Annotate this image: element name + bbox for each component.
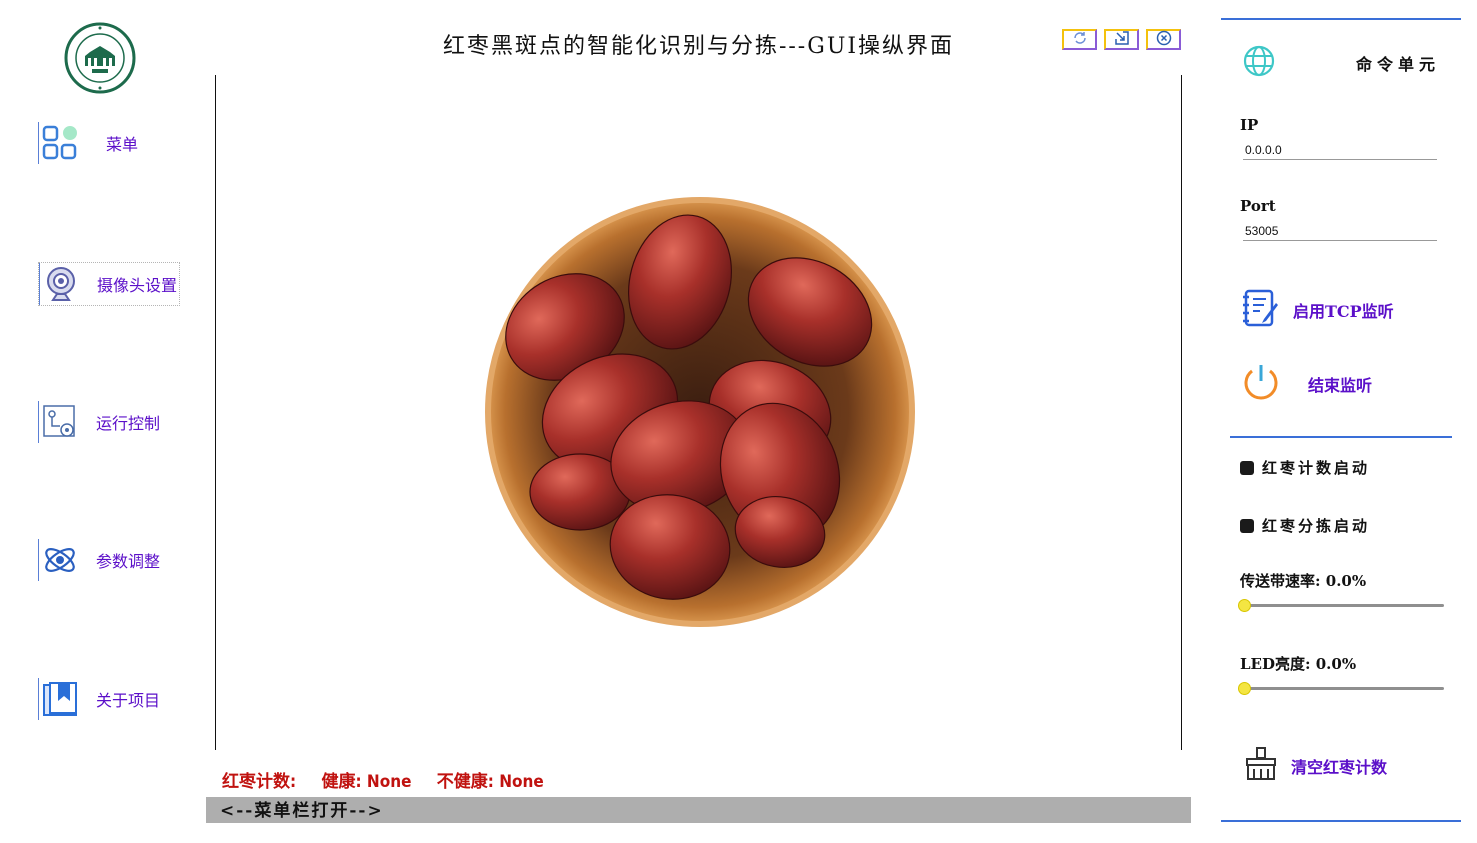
university-seal-logo — [64, 22, 136, 94]
refresh-icon — [1072, 30, 1088, 50]
close-icon — [1156, 30, 1172, 50]
command-unit-title: 命令单元 — [1356, 55, 1441, 74]
clear-count-label: 清空红枣计数 — [1291, 758, 1388, 777]
globe-icon — [1242, 44, 1276, 82]
count-checkbox[interactable] — [1240, 460, 1254, 475]
led-brightness-slider[interactable] — [1238, 681, 1444, 695]
refresh-button[interactable] — [1062, 29, 1097, 50]
bookmark-icon — [38, 678, 80, 720]
jujube-sort-toggle[interactable]: 红枣分拣启动 — [1240, 515, 1370, 536]
grid-menu-icon — [38, 122, 80, 164]
port-label: Port — [1240, 197, 1276, 215]
sidebar-item-menu-label: 菜单 — [106, 135, 139, 154]
slider-track — [1242, 687, 1444, 690]
jujube-count-toggle[interactable]: 红枣计数启动 — [1240, 457, 1370, 478]
port-input[interactable] — [1243, 221, 1437, 241]
sidebar-item-about-project-label: 关于项目 — [96, 691, 161, 710]
start-tcp-listen-label: 启用TCP监听 — [1293, 302, 1394, 321]
sidebar-item-run-control[interactable]: 运行控制 — [38, 401, 160, 443]
ip-input[interactable] — [1243, 140, 1437, 160]
atom-icon — [38, 539, 80, 581]
maximize-icon — [1114, 30, 1130, 50]
sidebar-item-run-control-label: 运行控制 — [96, 414, 161, 433]
menu-bar-toggle[interactable]: <--菜单栏打开--> — [206, 797, 1191, 823]
stop-listen-button[interactable]: 结束监听 — [1240, 361, 1372, 407]
panel-bottom-divider — [1221, 820, 1461, 822]
maximize-button[interactable] — [1104, 29, 1139, 50]
close-button[interactable] — [1146, 29, 1181, 50]
slider-thumb[interactable] — [1238, 682, 1251, 695]
start-tcp-listen-button[interactable]: 启用TCP监听 — [1240, 287, 1394, 333]
sidebar-item-camera-settings-label: 摄像头设置 — [97, 276, 178, 295]
webcam-icon — [39, 263, 81, 305]
sort-toggle-label: 红枣分拣启动 — [1262, 517, 1371, 535]
right-divider — [1181, 75, 1182, 750]
broom-icon — [1242, 745, 1280, 787]
conveyor-speed-label: 传送带速率: 0.0% — [1240, 572, 1367, 590]
red-jujube-bowl-photo — [480, 192, 920, 632]
ip-label: IP — [1240, 116, 1259, 134]
sidebar-item-about-project[interactable]: 关于项目 — [38, 678, 160, 720]
conveyor-speed-slider[interactable] — [1238, 598, 1444, 612]
healthy-count: 健康: None — [321, 772, 412, 792]
jujube-count-status: 红枣计数: 健康: None 不健康: None — [222, 767, 564, 792]
sidebar-item-parameter-tuning-label: 参数调整 — [96, 552, 161, 571]
sort-checkbox[interactable] — [1240, 518, 1254, 533]
slider-thumb[interactable] — [1238, 599, 1251, 612]
sidebar-item-menu[interactable]: 菜单 — [38, 122, 138, 164]
led-brightness-label: LED亮度: 0.0% — [1240, 655, 1357, 673]
flow-control-icon — [38, 401, 80, 443]
slider-track — [1242, 604, 1444, 607]
clear-count-button[interactable]: 清空红枣计数 — [1242, 745, 1387, 787]
count-label: 红枣计数: — [222, 772, 297, 792]
page-title: 红枣黑斑点的智能化识别与分拣---GUI操纵界面 — [442, 34, 955, 59]
unhealthy-count: 不健康: None — [436, 772, 544, 792]
power-icon — [1240, 361, 1282, 407]
stop-listen-label: 结束监听 — [1308, 376, 1373, 395]
notepad-icon — [1240, 287, 1282, 333]
sidebar-item-camera-settings[interactable]: 摄像头设置 — [38, 262, 181, 306]
count-toggle-label: 红枣计数启动 — [1262, 459, 1371, 477]
sidebar-item-parameter-tuning[interactable]: 参数调整 — [38, 539, 160, 581]
left-divider — [215, 75, 216, 750]
panel-mid-divider — [1230, 436, 1452, 438]
panel-top-divider — [1221, 18, 1461, 20]
